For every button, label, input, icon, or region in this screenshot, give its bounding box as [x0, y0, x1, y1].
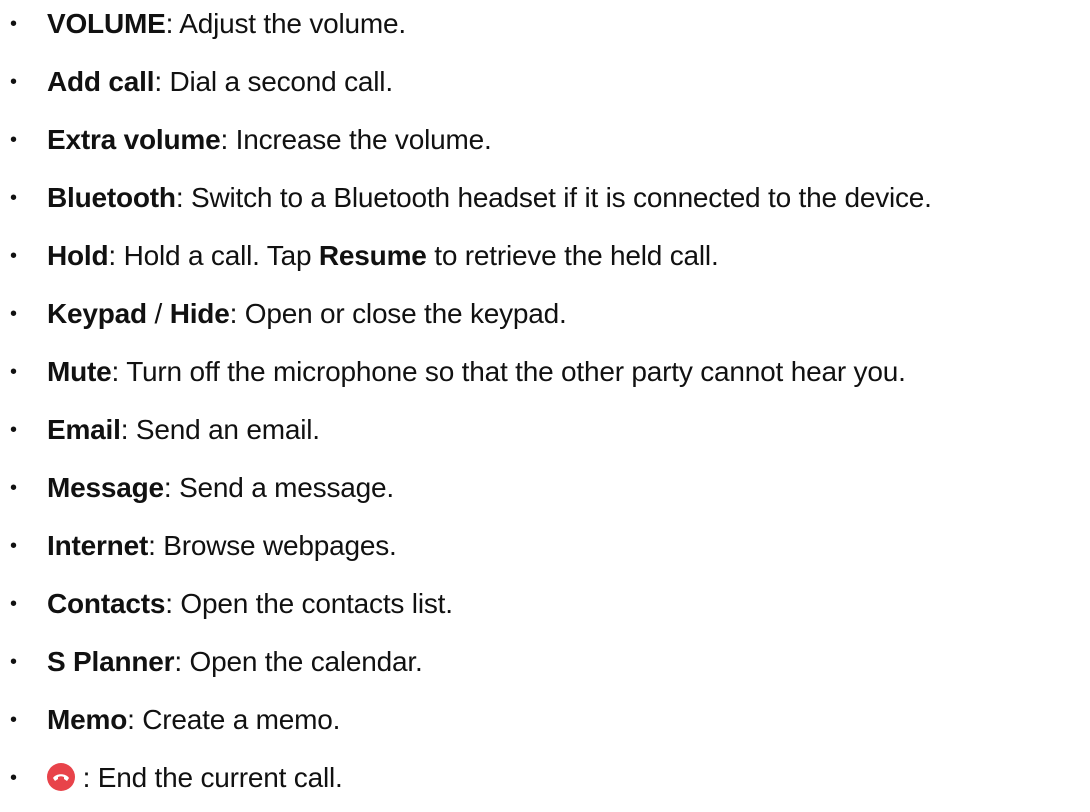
- bullet: •: [10, 593, 18, 615]
- term: Bluetooth: [47, 182, 176, 213]
- description: Increase the volume.: [235, 124, 492, 155]
- separator: :: [148, 530, 164, 561]
- list-item-text: Memo: Create a memo.: [47, 704, 340, 736]
- term: Email: [47, 414, 121, 445]
- bullet: •: [10, 651, 18, 673]
- bullet: •: [10, 419, 18, 441]
- end-call-icon: [47, 763, 75, 791]
- bullet: •: [10, 129, 18, 151]
- description: Open the calendar.: [189, 646, 423, 677]
- slash-separator: /: [146, 298, 170, 329]
- description: End the current call.: [97, 762, 343, 793]
- list-item-text: Keypad / Hide: Open or close the keypad.: [47, 298, 567, 330]
- description: Create a memo.: [142, 704, 341, 735]
- term: Hold: [47, 240, 109, 271]
- term: S Planner: [47, 646, 175, 677]
- list-item: • Internet: Browse webpages.: [0, 526, 1090, 566]
- separator: :: [108, 240, 124, 271]
- bullet: •: [10, 535, 18, 557]
- term: Mute: [47, 356, 112, 387]
- description: Send a message.: [179, 472, 394, 503]
- list-item: • Add call: Dial a second call.: [0, 62, 1090, 102]
- list-item-text: Add call: Dial a second call.: [47, 66, 393, 98]
- list-item-text: VOLUME: Adjust the volume.: [47, 8, 406, 40]
- bullet: •: [10, 13, 18, 35]
- list-item: • VOLUME: Adjust the volume.: [0, 4, 1090, 44]
- separator: :: [229, 298, 245, 329]
- separator: :: [165, 8, 180, 39]
- bullet: •: [10, 303, 18, 325]
- list-item-text: S Planner: Open the calendar.: [47, 646, 423, 678]
- description: Send an email.: [135, 414, 320, 445]
- separator: :: [163, 472, 180, 503]
- list-item-text: Mute: Turn off the microphone so that th…: [47, 356, 906, 388]
- separator: :: [154, 66, 170, 97]
- list-item: • Keypad / Hide: Open or close the keypa…: [0, 294, 1090, 334]
- separator: :: [220, 124, 236, 155]
- list-item: • Memo: Create a memo.: [0, 700, 1090, 740]
- term: VOLUME: [47, 8, 166, 39]
- list-item-text: Internet: Browse webpages.: [47, 530, 397, 562]
- list-item: • S Planner: Open the calendar.: [0, 642, 1090, 682]
- term-resume: Resume: [318, 240, 427, 271]
- list-item: • Hold: Hold a call. Tap Resume to retri…: [0, 236, 1090, 276]
- bullet: •: [10, 71, 18, 93]
- separator: :: [120, 414, 136, 445]
- list-item: • Mute: Turn off the microphone so that …: [0, 352, 1090, 392]
- bullet: •: [10, 187, 18, 209]
- term: Keypad: [47, 298, 147, 329]
- list-item: • Contacts: Open the contacts list.: [0, 584, 1090, 624]
- description: Turn off the microphone so that the othe…: [126, 356, 906, 387]
- list-item-text: : End the current call.: [47, 762, 343, 794]
- separator: :: [174, 646, 190, 677]
- description-continued: to retrieve the held call.: [426, 240, 719, 271]
- term-hide: Hide: [169, 298, 230, 329]
- description: Adjust the volume.: [179, 8, 406, 39]
- list-item-text: Contacts: Open the contacts list.: [47, 588, 453, 620]
- bullet: •: [10, 361, 18, 383]
- description: Dial a second call.: [169, 66, 393, 97]
- term: Message: [47, 472, 164, 503]
- list-item: • Bluetooth: Switch to a Bluetooth heads…: [0, 178, 1090, 218]
- list-item-text: Hold: Hold a call. Tap Resume to retriev…: [47, 240, 719, 272]
- bullet: •: [10, 477, 18, 499]
- description: Open or close the keypad.: [244, 298, 567, 329]
- list-item-text: Message: Send a message.: [47, 472, 394, 504]
- separator: :: [75, 762, 98, 793]
- separator: :: [175, 182, 192, 213]
- term: Memo: [47, 704, 128, 735]
- separator: :: [165, 588, 181, 619]
- term: Extra volume: [47, 124, 221, 155]
- separator: :: [127, 704, 143, 735]
- list-item-text: Extra volume: Increase the volume.: [47, 124, 492, 156]
- list-item: • Email: Send an email.: [0, 410, 1090, 450]
- term: Internet: [47, 530, 149, 561]
- list-item: • Extra volume: Increase the volume.: [0, 120, 1090, 160]
- description: Switch to a Bluetooth headset if it is c…: [191, 182, 932, 213]
- separator: :: [111, 356, 127, 387]
- term: Add call: [47, 66, 155, 97]
- list-item-text: Bluetooth: Switch to a Bluetooth headset…: [47, 182, 932, 214]
- bullet: •: [10, 245, 18, 267]
- description: Hold a call. Tap: [123, 240, 319, 271]
- term: Contacts: [47, 588, 166, 619]
- list-item: • Message: Send a message.: [0, 468, 1090, 508]
- description: Browse webpages.: [163, 530, 397, 561]
- bullet: •: [10, 767, 18, 789]
- list-item-text: Email: Send an email.: [47, 414, 320, 446]
- list-item: • : End the current call.: [0, 758, 1090, 798]
- description: Open the contacts list.: [180, 588, 453, 619]
- bullet: •: [10, 709, 18, 731]
- document-page: • VOLUME: Adjust the volume. • Add call:…: [0, 0, 1090, 812]
